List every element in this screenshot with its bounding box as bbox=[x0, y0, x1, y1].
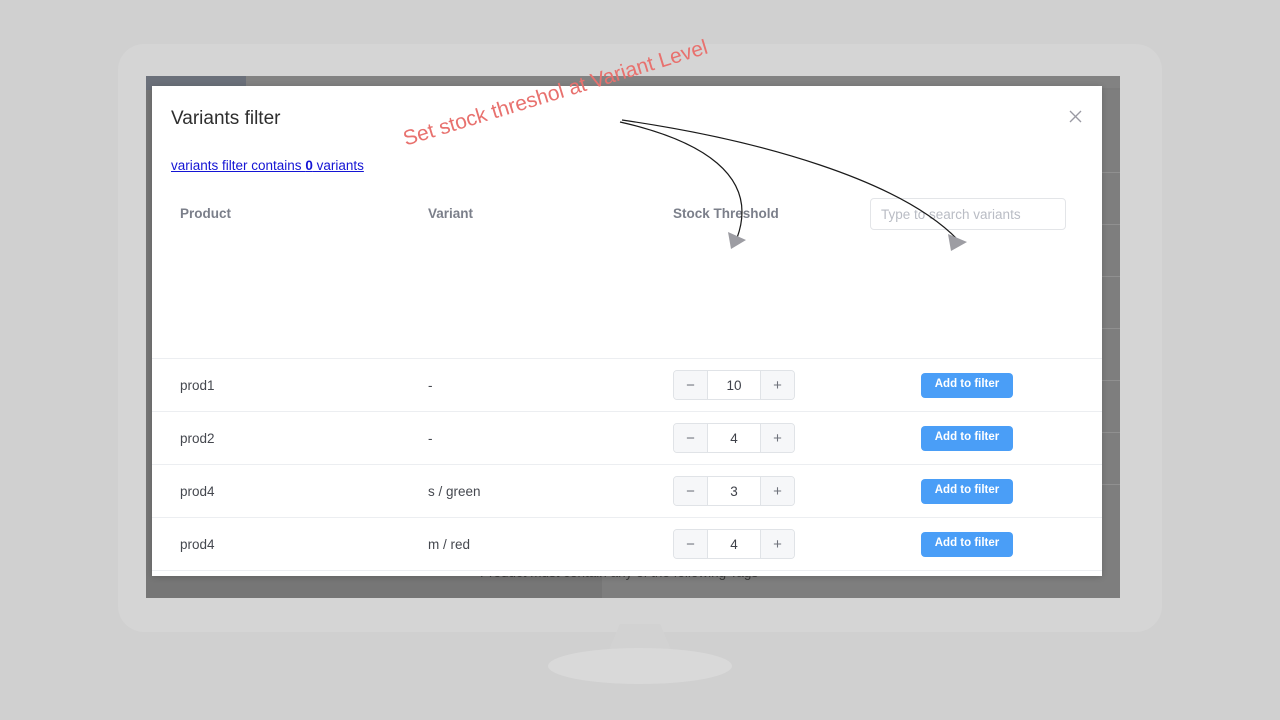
variants-filter-modal: Variants filter variants filter contains… bbox=[152, 86, 1102, 576]
cell-product: prod1 bbox=[180, 377, 215, 393]
cell-variant: - bbox=[428, 430, 433, 446]
column-header-product: Product bbox=[180, 206, 232, 221]
table-row: prod4 s / green −3 + Add to filter bbox=[152, 464, 1102, 517]
stock-threshold-value[interactable]: 10 bbox=[708, 371, 760, 399]
column-header-variant: Variant bbox=[428, 206, 474, 221]
search-field-wrapper bbox=[870, 198, 1066, 230]
stepper-decrement-button[interactable]: − bbox=[674, 371, 708, 399]
stock-threshold-value[interactable]: 4 bbox=[708, 424, 760, 452]
close-icon[interactable] bbox=[1062, 103, 1088, 129]
table-row: prod4m / black−0+Add to filter bbox=[152, 570, 1102, 576]
stock-threshold-stepper: −4 + bbox=[673, 423, 795, 453]
add-to-filter-button[interactable]: Add to filter bbox=[921, 531, 1013, 557]
stepper-decrement-button[interactable]: − bbox=[674, 530, 708, 558]
stepper-increment-button[interactable]: + bbox=[760, 424, 794, 452]
stock-threshold-value[interactable]: 4 bbox=[708, 530, 760, 558]
monitor-stand-base bbox=[548, 648, 732, 684]
stepper-increment-button[interactable]: + bbox=[760, 477, 794, 505]
table-row: prod2 - −4 + Add to filter bbox=[152, 411, 1102, 464]
table-row: prod1 - −10 + Add to filter bbox=[152, 358, 1102, 411]
stock-threshold-stepper: −10 + bbox=[673, 370, 795, 400]
table-body: prod1- −10 + Add to filter prod2- −4 + Add to f… bbox=[152, 358, 1102, 576]
stepper-decrement-button[interactable]: − bbox=[674, 477, 708, 505]
stock-threshold-stepper: −4 + bbox=[673, 529, 795, 559]
cell-product: prod2 bbox=[180, 430, 215, 446]
cell-product: prod4 bbox=[180, 536, 215, 552]
search-input[interactable] bbox=[870, 198, 1066, 230]
stock-threshold-stepper: −3 + bbox=[673, 476, 795, 506]
link-count: 0 bbox=[305, 158, 313, 173]
add-to-filter-button[interactable]: Add to filter bbox=[921, 425, 1013, 451]
stock-threshold-value[interactable]: 3 bbox=[708, 477, 760, 505]
stepper-decrement-button[interactable]: − bbox=[674, 424, 708, 452]
stepper-increment-button[interactable]: + bbox=[760, 530, 794, 558]
page-title: Variants filter bbox=[171, 108, 281, 129]
cell-variant: - bbox=[428, 377, 433, 393]
cell-product: prod4 bbox=[180, 483, 215, 499]
link-prefix: variants filter contains bbox=[171, 158, 306, 173]
cell-variant: m / red bbox=[428, 536, 471, 552]
screenshot-stage: Product must contain any of the followin… bbox=[0, 0, 1280, 720]
column-header-stock-threshold: Stock Threshold bbox=[673, 206, 779, 221]
add-to-filter-button[interactable]: Add to filter bbox=[921, 372, 1013, 398]
stepper-increment-button[interactable]: + bbox=[760, 371, 794, 399]
add-to-filter-button[interactable]: Add to filter bbox=[921, 478, 1013, 504]
variants-count-link[interactable]: variants filter contains 0 variants bbox=[171, 158, 364, 173]
link-suffix: variants bbox=[312, 158, 364, 173]
cell-variant: s / green bbox=[428, 483, 481, 499]
table-row: prod4 m / red −4 + Add to filter bbox=[152, 517, 1102, 570]
